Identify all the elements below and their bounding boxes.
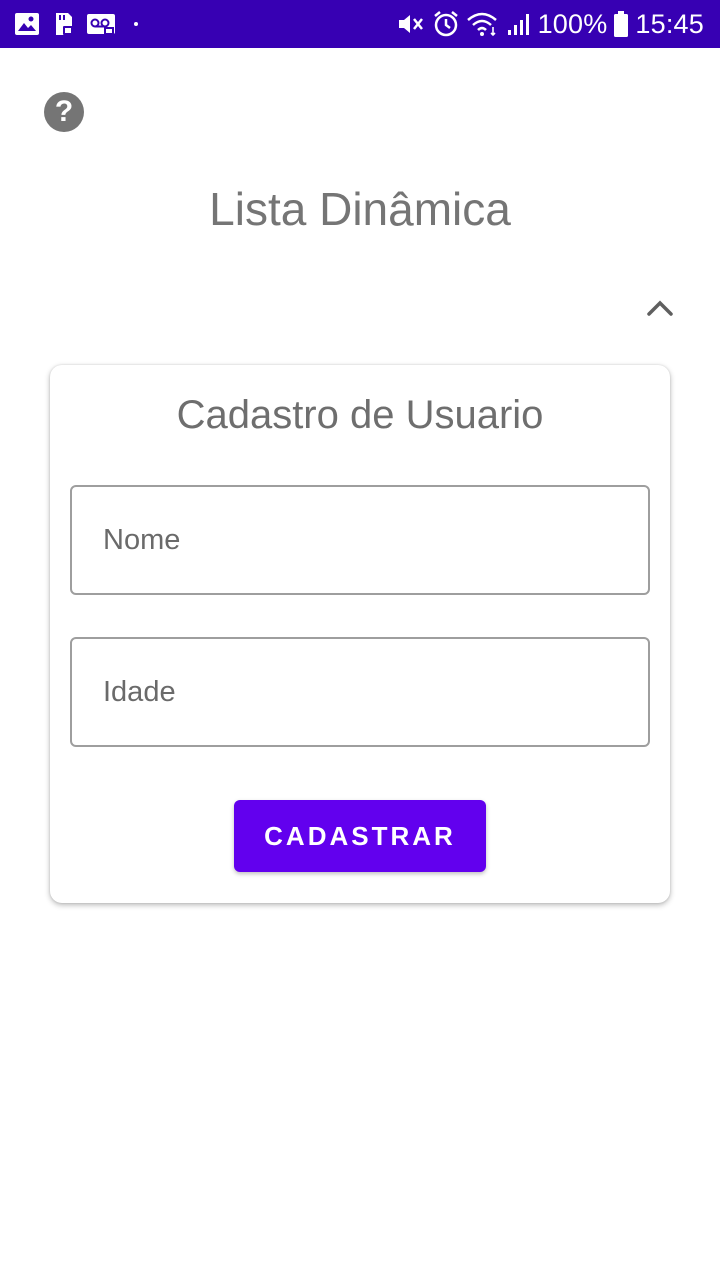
status-bar-notifications (14, 11, 148, 37)
name-placeholder: Nome (103, 523, 181, 556)
voicemail-icon (86, 12, 116, 36)
page-title: Lista Dinâmica (209, 183, 511, 235)
registration-card: Cadastro de Usuario Nome Idade CADASTRAR (50, 365, 670, 903)
chevron-up-icon[interactable] (642, 290, 678, 326)
status-bar: 100% 15:45 (0, 0, 720, 48)
help-icon[interactable]: ? (44, 92, 84, 132)
mute-icon (396, 11, 426, 37)
submit-button[interactable]: CADASTRAR (234, 800, 486, 872)
clock: 15:45 (635, 8, 704, 39)
alarm-icon (432, 10, 460, 38)
wifi-icon (466, 11, 500, 37)
more-notifications-dot (134, 22, 138, 26)
signal-icon (506, 12, 532, 36)
battery-icon (613, 10, 629, 38)
age-placeholder: Idade (103, 675, 176, 708)
age-field[interactable]: Idade (70, 637, 650, 747)
name-field[interactable]: Nome (70, 485, 650, 595)
status-bar-system: 100% 15:45 (390, 9, 704, 40)
image-icon (14, 12, 40, 36)
sd-card-icon (50, 11, 76, 37)
battery-percentage: 100% (537, 8, 608, 39)
form-title: Cadastro de Usuario (176, 393, 544, 437)
